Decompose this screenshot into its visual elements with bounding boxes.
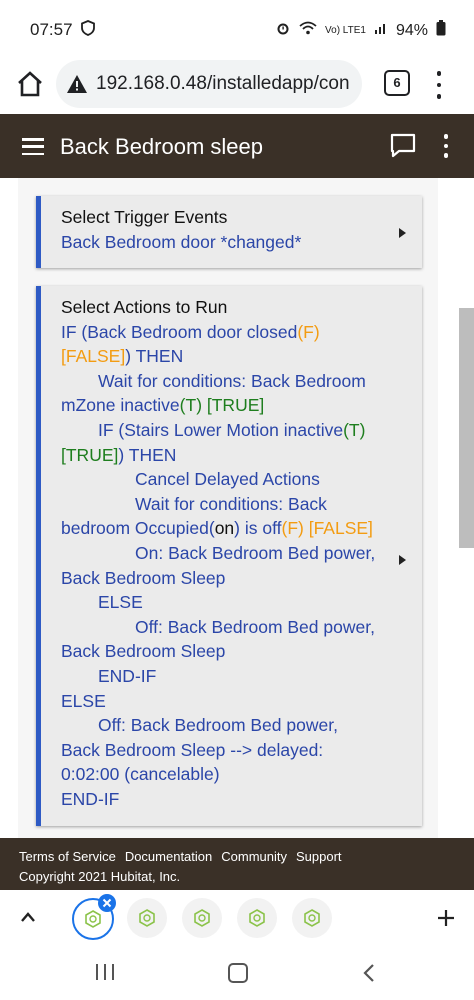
system-nav-bar [0, 946, 474, 1000]
action-line: [TRUE]) THEN [61, 444, 177, 465]
action-line: ELSE [61, 690, 106, 711]
footer-links: Terms of Service Documentation Community… [19, 849, 342, 864]
home-nav-icon[interactable] [228, 963, 248, 983]
tab-favicon[interactable] [182, 898, 222, 938]
network-label: Vo) LTE1 [325, 25, 366, 36]
scrollbar-thumb[interactable] [459, 308, 474, 548]
action-line: Off: Back Bedroom Bed power, [135, 616, 375, 637]
page-title: Back Bedroom sleep [60, 134, 263, 159]
tab-favicon[interactable] [127, 898, 167, 938]
warning-icon[interactable] [66, 73, 88, 95]
chat-icon[interactable] [390, 133, 416, 164]
browser-menu-icon[interactable] [432, 68, 446, 102]
tab-switcher-button[interactable]: 6 [384, 70, 410, 96]
action-line: Off: Back Bedroom Bed power, [98, 715, 338, 736]
action-line: Back Bedroom Sleep [61, 641, 226, 662]
action-line: mZone inactive(T) [TRUE] [61, 395, 265, 416]
action-line: Back Bedroom Sleep [61, 567, 226, 588]
action-line: bedroom Occupied(on) is off(F) [FALSE] [61, 518, 373, 539]
url-bar[interactable]: 192.168.0.48/installedapp/con [56, 60, 362, 108]
trigger-events-card[interactable]: Select Trigger Events Back Bedroom door … [36, 196, 422, 268]
tab-favicon[interactable] [292, 898, 332, 938]
action-line: IF (Stairs Lower Motion inactive(T) [98, 419, 366, 440]
action-line: Back Bedroom Sleep --> delayed: [61, 739, 324, 760]
status-time: 07:57 [30, 20, 73, 39]
tab-group-bar [0, 890, 474, 946]
footer-link-documentation[interactable]: Documentation [125, 849, 212, 864]
action-line: Cancel Delayed Actions [135, 469, 320, 490]
action-line: [FALSE]) THEN [61, 346, 184, 367]
battery-icon [436, 20, 446, 41]
alarm-icon [275, 20, 291, 41]
hubitat-favicon [304, 909, 320, 927]
tab-favicon[interactable] [237, 898, 277, 938]
copyright: Copyright 2021 Hubitat, Inc. [19, 869, 181, 884]
footer: Terms of Service Documentation Community… [0, 838, 474, 890]
footer-link-support[interactable]: Support [296, 849, 342, 864]
home-icon[interactable] [14, 68, 46, 100]
hubitat-favicon [249, 909, 265, 927]
action-line: IF (Back Bedroom door closed(F) [61, 321, 320, 342]
footer-link-community[interactable]: Community [221, 849, 287, 864]
hubitat-favicon [139, 909, 155, 927]
battery-percent: 94% [395, 21, 428, 39]
wifi-icon [299, 21, 317, 40]
action-line: ELSE [98, 592, 143, 613]
action-line: END-IF [61, 788, 120, 809]
plus-icon[interactable] [436, 904, 456, 935]
action-line: On: Back Bedroom Bed power, [135, 542, 376, 563]
expand-arrow-icon[interactable] [399, 555, 406, 565]
expand-arrow-icon[interactable] [399, 228, 406, 238]
main-content: Select Trigger Events Back Bedroom door … [0, 178, 474, 838]
trigger-heading: Select Trigger Events [61, 207, 228, 227]
actions-heading: Select Actions to Run [61, 297, 228, 317]
hamburger-icon[interactable] [22, 138, 44, 155]
hubitat-favicon [85, 910, 101, 928]
status-bar: 07:57 Vo) LTE1 94% [0, 0, 474, 58]
url-text[interactable]: 192.168.0.48/installedapp/con [96, 73, 354, 95]
status-icons: Vo) LTE1 94% [275, 20, 446, 41]
recent-apps-icon[interactable] [96, 964, 114, 980]
app-header: Back Bedroom sleep [0, 114, 474, 178]
kebab-menu-icon[interactable] [440, 132, 452, 160]
hubitat-favicon [194, 909, 210, 927]
action-line: Wait for conditions: Back [135, 493, 327, 514]
actions-card[interactable]: Select Actions to Run IF (Back Bedroom d… [36, 286, 422, 826]
back-icon[interactable] [362, 963, 376, 988]
action-line: Wait for conditions: Back Bedroom [98, 370, 366, 391]
chevron-up-icon[interactable] [20, 910, 36, 928]
footer-link-terms[interactable]: Terms of Service [19, 849, 116, 864]
browser-toolbar: 192.168.0.48/installedapp/con 6 [0, 58, 474, 114]
shield-icon [80, 20, 96, 40]
trigger-text: Back Bedroom door *changed* [61, 231, 302, 252]
action-line: END-IF [98, 665, 157, 686]
action-line: 0:02:00 (cancelable) [61, 764, 220, 785]
close-icon[interactable] [98, 894, 116, 912]
signal-icon [374, 21, 388, 40]
